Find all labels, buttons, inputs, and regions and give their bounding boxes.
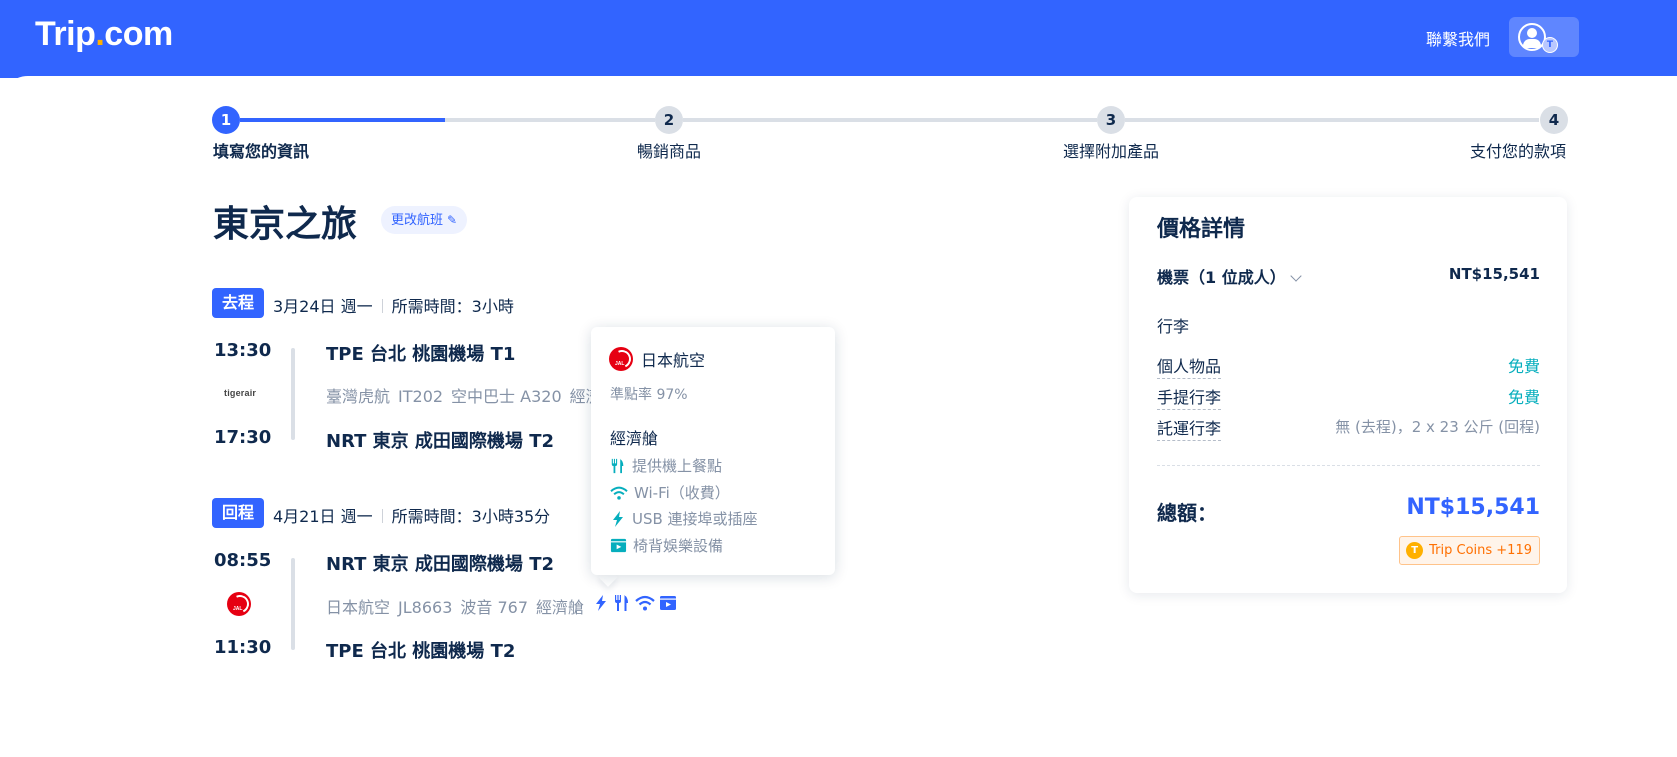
step-4-number: 4 — [1540, 106, 1568, 134]
usb-icon — [596, 595, 606, 611]
tigerair-logo: tigerair — [224, 388, 257, 398]
popover-ontime-rate: 準點率 97% — [610, 387, 688, 403]
trip-coins-badge[interactable]: T Trip Coins +119 — [1399, 536, 1540, 565]
account-button[interactable]: T — [1509, 17, 1579, 57]
popover-amenity-wifi: Wi-Fi（收費） — [610, 482, 730, 503]
total-label: 總額： — [1157, 501, 1217, 525]
contact-us-link[interactable]: 聯繫我們 — [1426, 26, 1490, 50]
popover-amenity-meal: 提供機上餐點 — [610, 455, 722, 476]
return-depart-airport: NRT 東京 成田國際機場 T2 — [326, 554, 554, 575]
divider — [381, 509, 383, 523]
change-flight-button[interactable]: 更改航班 ✎ — [381, 206, 468, 234]
checked-baggage-value: 無 (去程)，2 x 23 公斤 (回程) — [1335, 418, 1540, 436]
ticket-price-value: NT$15,541 — [1448, 265, 1540, 283]
usb-icon — [613, 510, 623, 527]
wifi-icon — [635, 595, 655, 611]
outbound-tag: 去程 — [212, 288, 264, 318]
step-1-label: 填寫您的資訊 — [213, 142, 310, 161]
outbound-arrive-airport: NRT 東京 成田國際機場 T2 — [326, 431, 554, 452]
page-title: 東京之旅 — [213, 204, 358, 245]
pencil-icon: ✎ — [447, 213, 458, 227]
return-tag: 回程 — [212, 498, 264, 528]
outbound-date-line: 3月24日 週一 所需時間：3小時 — [273, 297, 514, 316]
step-progress-track — [683, 118, 1097, 122]
personal-item-value: 免費 — [1507, 357, 1540, 376]
step-2-label: 暢銷商品 — [637, 142, 702, 161]
popover-cabin: 經濟艙 — [610, 429, 659, 448]
meal-icon — [611, 458, 624, 473]
outbound-depart-airport: TPE 台北 桃園機場 T1 — [326, 344, 516, 365]
carry-on-value: 免費 — [1507, 388, 1540, 407]
return-arrive-airport: TPE 台北 桃園機場 T2 — [326, 641, 516, 662]
trip-coin-icon: T — [1542, 37, 1558, 53]
entertainment-icon — [660, 596, 676, 610]
top-header: Trip.com 聯繫我們 T — [0, 0, 1677, 78]
return-arrive-time: 11:30 — [214, 637, 272, 658]
trip-logo[interactable]: Trip.com — [35, 15, 173, 54]
total-price: NT$15,541 — [1406, 495, 1540, 520]
step-progress-active — [240, 118, 445, 122]
divider — [1157, 465, 1540, 466]
step-progress-track — [1125, 118, 1539, 122]
step-4-label: 支付您的款項 — [1470, 142, 1567, 161]
divider — [381, 299, 383, 313]
header-curve — [0, 76, 1677, 106]
popover-amenity-usb: USB 連接埠或插座 — [610, 508, 758, 529]
step-3-number: 3 — [1097, 106, 1125, 134]
baggage-title: 行李 — [1157, 317, 1190, 336]
chevron-down-icon — [1290, 270, 1302, 282]
checked-baggage-label[interactable]: 託運行李 — [1157, 415, 1222, 441]
return-date-line: 4月21日 週一 所需時間：3小時35分 — [273, 507, 551, 526]
step-1-number: 1 — [212, 106, 240, 134]
outbound-depart-time: 13:30 — [214, 340, 272, 361]
carry-on-label[interactable]: 手提行李 — [1157, 384, 1222, 410]
step-3-label: 選擇附加產品 — [1063, 142, 1160, 161]
outbound-timeline — [291, 348, 295, 440]
price-details-title: 價格詳情 — [1157, 217, 1246, 242]
flight-details-popover: 日本航空 準點率 97% 經濟艙 提供機上餐點 Wi-Fi（收費） USB 連接… — [591, 327, 835, 575]
return-flight-info[interactable]: 日本航空 JL8663 波音 767 經濟艙 — [326, 594, 592, 618]
popover-amenity-entertainment: 椅背娛樂設備 — [610, 535, 723, 556]
trip-coin-icon: T — [1406, 542, 1424, 559]
return-amenity-icons[interactable] — [593, 594, 677, 612]
step-progress-track — [445, 118, 655, 122]
outbound-arrive-time: 17:30 — [214, 427, 272, 448]
popover-airline: 日本航空 — [641, 351, 706, 370]
price-details-card: 價格詳情 機票（1 位成人） NT$15,541 行李 個人物品 免費 手提行李… — [1129, 197, 1567, 593]
ticket-price-toggle[interactable]: 機票（1 位成人） — [1157, 264, 1302, 288]
jal-logo — [227, 592, 251, 616]
return-depart-time: 08:55 — [214, 550, 272, 571]
return-timeline — [291, 558, 295, 650]
jal-logo — [609, 347, 633, 371]
meal-icon — [615, 595, 628, 611]
wifi-icon — [610, 486, 628, 500]
outbound-flight-info[interactable]: 臺灣虎航 IT202 空中巴士 A320 經濟 — [326, 383, 610, 407]
entertainment-icon — [610, 538, 627, 553]
step-2-number: 2 — [655, 106, 683, 134]
personal-item-label[interactable]: 個人物品 — [1157, 353, 1222, 379]
